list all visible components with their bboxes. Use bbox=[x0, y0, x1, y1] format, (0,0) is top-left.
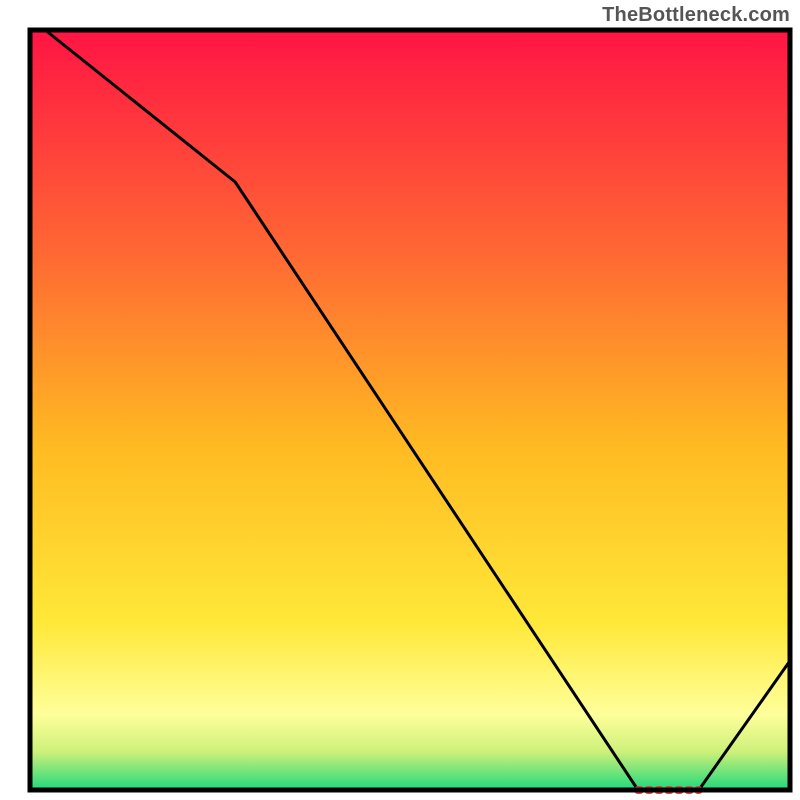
bottleneck-chart bbox=[0, 0, 800, 800]
chart-background bbox=[30, 30, 790, 790]
